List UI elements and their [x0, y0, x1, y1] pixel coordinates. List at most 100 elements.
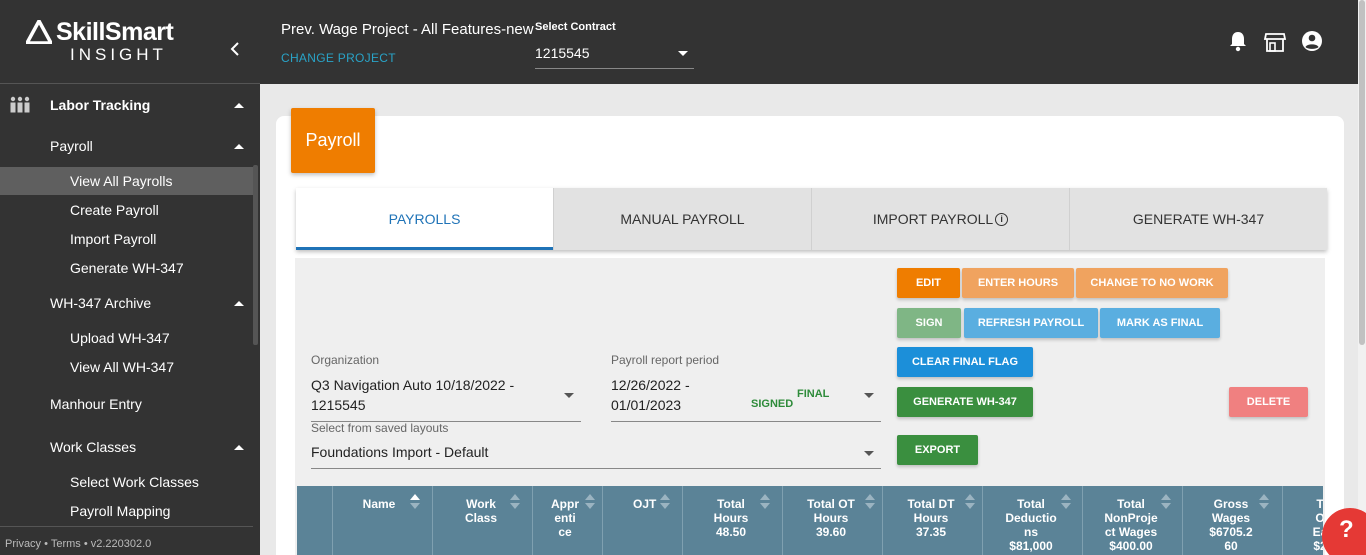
organization-value-line2: 1215545	[311, 397, 366, 413]
sidebar-item-view-all-payrolls[interactable]: View All Payrolls	[0, 167, 253, 195]
sidebar-item-create-payroll[interactable]: Create Payroll	[0, 196, 253, 224]
period-label: Payroll report period	[611, 353, 720, 367]
organization-value-line1: Q3 Navigation Auto 10/18/2022 -	[311, 377, 515, 393]
layout-label: Select from saved layouts	[311, 421, 449, 435]
mark-as-final-button[interactable]: MARK AS FINAL	[1100, 308, 1220, 338]
period-select[interactable]: 12/26/2022 - 01/01/2023 SIGNED FINAL	[611, 374, 881, 422]
project-title: Prev. Wage Project - All Features-new	[281, 21, 534, 38]
account-button[interactable]	[1301, 30, 1323, 57]
sidebar-item-import-payroll[interactable]: Import Payroll	[0, 225, 253, 253]
contract-value: 1215545	[535, 45, 590, 61]
sidebar-item-labor-tracking[interactable]: Labor Tracking	[0, 91, 253, 119]
brand-name: SkillSmart	[56, 18, 174, 46]
sidebar-item-manhour-entry[interactable]: Manhour Entry	[0, 390, 253, 418]
sort-icon[interactable]	[1161, 494, 1171, 510]
column-header-total-ot-hours[interactable]: Total OT Hours 39.60	[783, 486, 883, 555]
sidebar-item-work-classes[interactable]: Work Classes	[0, 433, 253, 461]
refresh-payroll-button[interactable]: REFRESH PAYROLL	[964, 308, 1098, 338]
sort-icon[interactable]	[1259, 494, 1269, 510]
sidebar-item-label: Manhour Entry	[50, 396, 142, 412]
dropdown-arrow-icon	[564, 393, 574, 398]
sidebar-item-label: Work Classes	[50, 439, 137, 455]
caret-up-icon	[234, 444, 244, 450]
header-text: Gross Wages $6705.2 60	[1209, 497, 1253, 553]
notifications-button[interactable]	[1228, 30, 1248, 57]
edit-button[interactable]: EDIT	[897, 268, 960, 298]
column-header-total-hours[interactable]: Total Hours 48.50	[683, 486, 783, 555]
tab-payrolls[interactable]: PAYROLLS	[296, 188, 554, 250]
sort-icon[interactable]	[760, 494, 770, 510]
sidebar-item-label: Select Work Classes	[70, 474, 199, 490]
tab-generate-wh347[interactable]: GENERATE WH-347	[1070, 188, 1327, 250]
sidebar-item-label: Upload WH-347	[70, 330, 170, 346]
dropdown-arrow-icon	[864, 393, 874, 398]
sidebar-item-generate-wh347[interactable]: Generate WH-347	[0, 254, 253, 282]
period-value-line2: 01/01/2023	[611, 397, 682, 413]
generate-wh347-button[interactable]: GENERATE WH-347	[897, 387, 1033, 417]
select-column-header[interactable]	[297, 486, 333, 555]
sidebar-item-label: WH-347 Archive	[50, 295, 152, 311]
tab-label: GENERATE WH-347	[1132, 211, 1265, 227]
sort-icon[interactable]	[865, 494, 875, 510]
delete-button[interactable]: DELETE	[1229, 387, 1308, 417]
page-scrollbar[interactable]	[1358, 0, 1366, 555]
payroll-tabs: PAYROLLS MANUAL PAYROLL IMPORT PAYROLL i…	[296, 188, 1327, 250]
storefront-icon	[1263, 33, 1287, 52]
scrollbar-thumb[interactable]	[1359, 0, 1365, 345]
change-to-no-work-button[interactable]: CHANGE TO NO WORK	[1076, 268, 1228, 298]
header-text: Total Deductio ns $81,000	[1005, 497, 1057, 553]
sidebar-item-payroll-mapping[interactable]: Payroll Mapping	[0, 497, 253, 525]
sidebar-item-label: Create Payroll	[70, 202, 159, 218]
sort-icon[interactable]	[410, 494, 420, 510]
tab-manual-payroll[interactable]: MANUAL PAYROLL	[554, 188, 812, 250]
organization-select[interactable]: Q3 Navigation Auto 10/18/2022 - 1215545	[311, 374, 581, 422]
column-header-work-class[interactable]: Work Class	[433, 486, 533, 555]
enter-hours-button[interactable]: ENTER HOURS	[962, 268, 1074, 298]
bell-icon	[1230, 32, 1246, 52]
column-header-ojt[interactable]: OJT	[603, 486, 683, 555]
header-text: Total DT Hours 37.35	[907, 497, 955, 539]
period-value-line1: 12/26/2022 -	[611, 377, 690, 393]
sort-icon[interactable]	[1061, 494, 1071, 510]
sort-icon[interactable]	[965, 494, 975, 510]
sidebar-item-wh347-archive[interactable]: WH-347 Archive	[0, 289, 253, 317]
column-header-total-nonproject-wages[interactable]: Total NonProje ct Wages $400.00	[1083, 486, 1183, 555]
sort-icon[interactable]	[585, 494, 595, 510]
column-header-total-dt-hours[interactable]: Total DT Hours 37.35	[883, 486, 983, 555]
layout-value: Foundations Import - Default	[311, 444, 489, 460]
brand-logo[interactable]: SkillSmart INSIGHT	[26, 18, 196, 66]
sidebar-item-payroll[interactable]: Payroll	[0, 132, 253, 160]
collapse-sidebar-button[interactable]	[226, 38, 244, 60]
people-group-icon	[10, 96, 30, 113]
export-button[interactable]: EXPORT	[897, 435, 978, 465]
header-text: Total OT Hours 39.60	[807, 497, 855, 539]
header-text: Total NonProje ct Wages $400.00	[1104, 497, 1158, 553]
column-header-apprentice[interactable]: Appr enti ce	[533, 486, 603, 555]
tab-import-payroll[interactable]: IMPORT PAYROLL i	[812, 188, 1070, 250]
sign-button[interactable]: SIGN	[897, 308, 961, 338]
change-project-link[interactable]: CHANGE PROJECT	[281, 51, 396, 65]
final-status: FINAL	[797, 388, 830, 400]
clear-final-flag-button[interactable]: CLEAR FINAL FLAG	[897, 347, 1033, 377]
sidebar-footer[interactable]: Privacy • Terms • v2.220302.0	[0, 526, 253, 555]
sidebar-item-view-all-wh347[interactable]: View All WH-347	[0, 353, 253, 381]
header-text: OJT	[633, 497, 657, 511]
page-title: Payroll	[291, 108, 375, 173]
contract-label: Select Contract	[535, 21, 616, 33]
sidebar-item-upload-wh347[interactable]: Upload WH-347	[0, 324, 253, 352]
caret-up-icon	[234, 143, 244, 149]
sort-icon[interactable]	[660, 494, 670, 510]
column-header-total-deductions[interactable]: Total Deductio ns $81,000	[983, 486, 1083, 555]
column-header-name[interactable]: Name	[333, 486, 433, 555]
layout-select[interactable]: Foundations Import - Default	[311, 438, 881, 469]
column-header-total-other-earnings[interactable]: TOEa$2	[1283, 486, 1323, 555]
column-header-gross-wages[interactable]: Gross Wages $6705.2 60	[1183, 486, 1283, 555]
sort-icon[interactable]	[510, 494, 520, 510]
contract-select[interactable]: 1215545	[535, 40, 694, 69]
tab-label: MANUAL PAYROLL	[620, 211, 745, 227]
sidebar-scrollbar[interactable]	[253, 165, 258, 345]
payroll-table-header: Name Work Class Appr enti ce OJT Total Hours…	[297, 486, 1323, 555]
sidebar-item-select-work-classes[interactable]: Select Work Classes	[0, 468, 253, 496]
store-button[interactable]	[1263, 30, 1287, 59]
info-icon[interactable]: i	[995, 212, 1009, 226]
